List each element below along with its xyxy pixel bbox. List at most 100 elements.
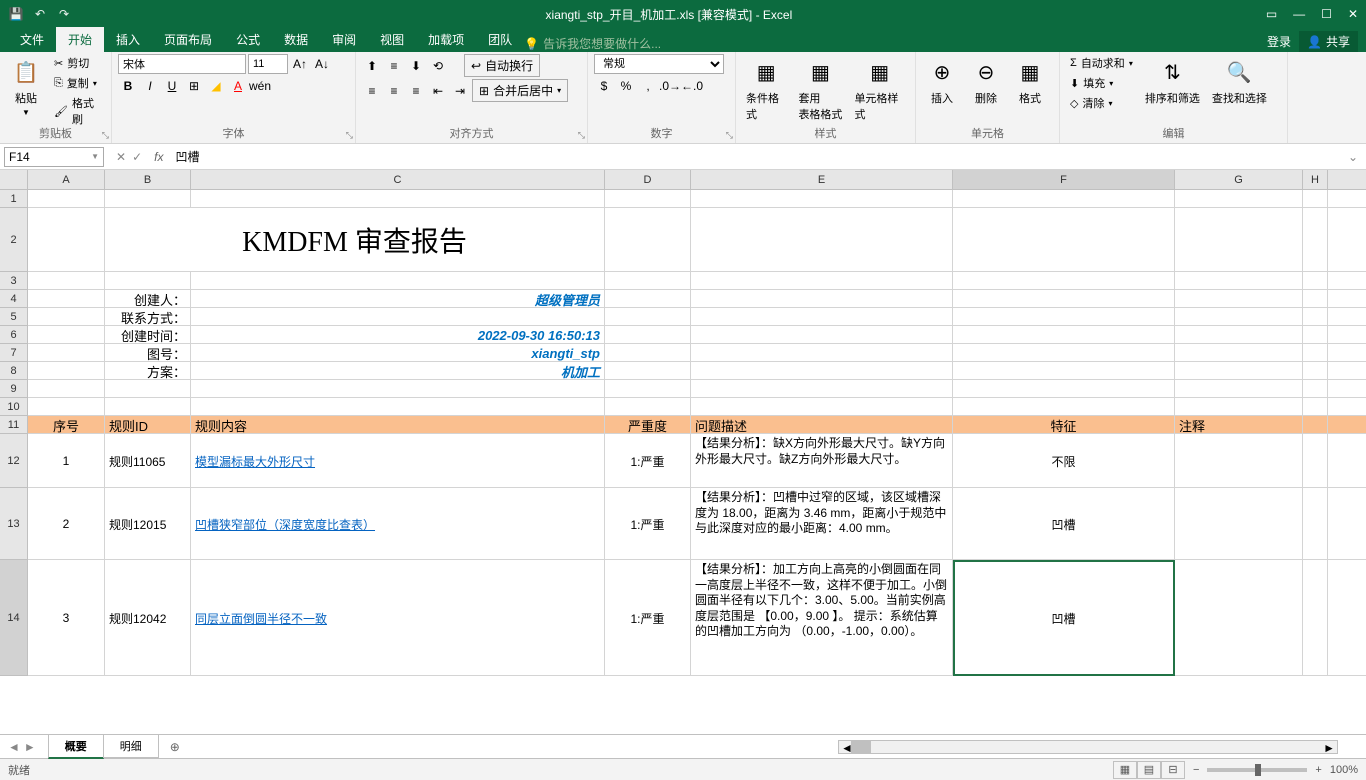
col-header-G[interactable]: G xyxy=(1175,170,1303,189)
page-break-button[interactable]: ⊟ xyxy=(1161,761,1185,779)
cell[interactable] xyxy=(691,190,953,208)
cell[interactable] xyxy=(1303,488,1328,560)
ribbon-options-icon[interactable]: ▭ xyxy=(1266,7,1277,21)
cell[interactable] xyxy=(691,380,953,398)
cell[interactable] xyxy=(28,190,105,208)
row-header-11[interactable]: 11 xyxy=(0,416,28,434)
col-header-D[interactable]: D xyxy=(605,170,691,189)
cell[interactable] xyxy=(1175,308,1303,326)
cell[interactable] xyxy=(28,208,105,272)
comma-icon[interactable]: , xyxy=(638,76,658,96)
cells-area[interactable]: KMDFM 审查报告创建人：超级管理员联系方式：创建时间：2022-09-30 … xyxy=(28,190,1366,676)
horizontal-scrollbar[interactable]: ◄► xyxy=(838,740,1338,754)
cell-seq[interactable]: 2 xyxy=(28,488,105,560)
cell-seq[interactable]: 3 xyxy=(28,560,105,676)
font-color-icon[interactable]: A xyxy=(228,76,248,96)
cell[interactable] xyxy=(953,190,1175,208)
align-right-icon[interactable]: ≡ xyxy=(406,81,426,101)
zoom-out-button[interactable]: − xyxy=(1193,764,1199,776)
cell-content-link[interactable]: 模型漏标最大外形尺寸 xyxy=(191,434,605,488)
cell[interactable] xyxy=(691,362,953,380)
add-sheet-button[interactable]: ⊕ xyxy=(158,740,192,754)
sort-filter-button[interactable]: ⇅排序和筛选 xyxy=(1141,54,1204,108)
tab-formulas[interactable]: 公式 xyxy=(224,27,272,52)
prev-sheet-icon[interactable]: ◄ xyxy=(8,740,20,754)
cell[interactable] xyxy=(28,308,105,326)
number-format-select[interactable]: 常规 xyxy=(594,54,724,74)
meta-value[interactable]: xiangti_stp xyxy=(191,344,605,362)
cut-button[interactable]: ✂剪切 xyxy=(50,54,105,72)
meta-value[interactable] xyxy=(191,308,605,326)
row-header-2[interactable]: 2 xyxy=(0,208,28,272)
meta-label[interactable]: 方案： xyxy=(105,362,191,380)
cell[interactable] xyxy=(191,398,605,416)
th-desc[interactable]: 问题描述 xyxy=(691,416,953,434)
decrease-font-icon[interactable]: A↓ xyxy=(312,54,332,74)
autosum-button[interactable]: Σ自动求和▾ xyxy=(1066,54,1137,72)
cell-ruleid[interactable]: 规则12042 xyxy=(105,560,191,676)
tab-review[interactable]: 审阅 xyxy=(320,27,368,52)
cell[interactable] xyxy=(1175,362,1303,380)
cell-feature[interactable]: 凹槽 xyxy=(953,488,1175,560)
cell[interactable] xyxy=(691,398,953,416)
cell[interactable] xyxy=(1303,190,1328,208)
cell-feature[interactable]: 凹槽 xyxy=(953,560,1175,676)
cancel-formula-icon[interactable]: ✕ xyxy=(116,150,126,164)
cell[interactable] xyxy=(28,272,105,290)
th-content[interactable]: 规则内容 xyxy=(191,416,605,434)
sheet-tab-detail[interactable]: 明细 xyxy=(103,735,159,758)
percent-icon[interactable]: % xyxy=(616,76,636,96)
align-bottom-icon[interactable]: ⬇ xyxy=(406,56,426,76)
col-header-H[interactable]: H xyxy=(1303,170,1328,189)
cell[interactable] xyxy=(1303,326,1328,344)
accept-formula-icon[interactable]: ✓ xyxy=(132,150,142,164)
cell[interactable] xyxy=(1303,208,1328,272)
cell[interactable] xyxy=(691,290,953,308)
select-all-corner[interactable] xyxy=(0,170,28,190)
cell-note[interactable] xyxy=(1175,488,1303,560)
cell[interactable] xyxy=(605,398,691,416)
orientation-icon[interactable]: ⟲ xyxy=(428,56,448,76)
cell[interactable] xyxy=(953,290,1175,308)
chevron-down-icon[interactable]: ▼ xyxy=(91,152,99,161)
cell-severity[interactable]: 1:严重 xyxy=(605,560,691,676)
report-title[interactable]: KMDFM 审查报告 xyxy=(105,208,605,272)
cell[interactable] xyxy=(691,272,953,290)
increase-font-icon[interactable]: A↑ xyxy=(290,54,310,74)
cell[interactable] xyxy=(605,208,691,272)
cell[interactable] xyxy=(953,380,1175,398)
meta-value[interactable]: 机加工 xyxy=(191,362,605,380)
row-header-8[interactable]: 8 xyxy=(0,362,28,380)
row-header-6[interactable]: 6 xyxy=(0,326,28,344)
cell[interactable] xyxy=(1175,190,1303,208)
find-select-button[interactable]: 🔍查找和选择 xyxy=(1208,54,1271,108)
minimize-icon[interactable]: — xyxy=(1293,7,1305,21)
row-header-9[interactable]: 9 xyxy=(0,380,28,398)
cell[interactable] xyxy=(691,308,953,326)
increase-decimal-icon[interactable]: .0→ xyxy=(660,76,680,96)
cell[interactable] xyxy=(953,208,1175,272)
cell-feature[interactable]: 不限 xyxy=(953,434,1175,488)
next-sheet-icon[interactable]: ► xyxy=(24,740,36,754)
cell[interactable] xyxy=(605,326,691,344)
dialog-launcher-icon[interactable]: ⤡ xyxy=(578,130,585,141)
cell[interactable] xyxy=(953,308,1175,326)
cell[interactable] xyxy=(1175,208,1303,272)
dialog-launcher-icon[interactable]: ⤡ xyxy=(102,130,109,141)
cell-ruleid[interactable]: 规则11065 xyxy=(105,434,191,488)
row-header-4[interactable]: 4 xyxy=(0,290,28,308)
cell[interactable] xyxy=(28,344,105,362)
cell-note[interactable] xyxy=(1175,560,1303,676)
col-header-A[interactable]: A xyxy=(28,170,105,189)
merge-button[interactable]: ⊞合并后居中▾ xyxy=(472,79,568,102)
cell[interactable] xyxy=(1175,272,1303,290)
cell[interactable] xyxy=(1303,362,1328,380)
align-left-icon[interactable]: ≡ xyxy=(362,81,382,101)
cell[interactable] xyxy=(691,208,953,272)
phonetic-icon[interactable]: wén xyxy=(250,76,270,96)
dialog-launcher-icon[interactable]: ⤡ xyxy=(726,130,733,141)
cell[interactable] xyxy=(953,398,1175,416)
cell[interactable] xyxy=(605,308,691,326)
zoom-level[interactable]: 100% xyxy=(1330,764,1358,776)
zoom-slider[interactable] xyxy=(1207,768,1307,772)
